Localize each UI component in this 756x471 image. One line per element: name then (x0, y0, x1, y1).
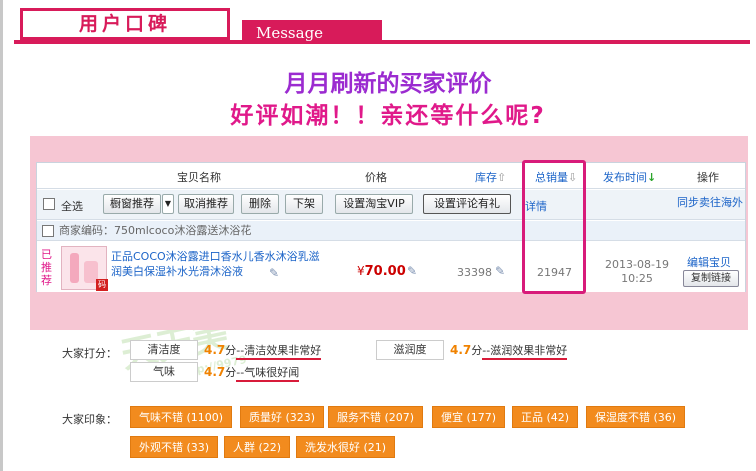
edit-item-link[interactable]: 编辑宝贝 (687, 254, 731, 270)
dropdown-arrow-icon[interactable]: ▼ (162, 194, 174, 214)
rating-unit: 分 (471, 344, 483, 357)
column-price: 价格 (365, 171, 387, 184)
impression-tag[interactable]: 质量好 (323) (240, 406, 325, 428)
column-stock-label: 库存 (475, 171, 497, 184)
impression-tag[interactable]: 保湿度不错 (36) (586, 406, 686, 428)
rating-cleanliness: 4.7分--清洁效果非常好 (204, 342, 322, 360)
offline-button[interactable]: 下架 (285, 194, 323, 214)
ratings-label: 大家打分： (62, 347, 117, 360)
slogan-line-1: 月月刷新的买家评价 (284, 71, 492, 97)
product-price: ¥70.00 (357, 264, 406, 279)
rating-name-scent: 气味 (130, 362, 198, 382)
impression-tag[interactable]: 外观不错 (33) (130, 436, 219, 458)
delete-button[interactable]: 删除 (241, 194, 279, 214)
column-stock[interactable]: 库存⇧ (475, 169, 506, 185)
arrow-down-icon: ↓ (647, 171, 657, 184)
pencil-icon[interactable]: ✎ (407, 264, 417, 278)
table-header: 宝贝名称 价格 库存⇧ 总销量⇩ 发布时间↓ 操作 (37, 163, 745, 189)
pencil-icon[interactable]: ✎ (495, 264, 505, 278)
column-publish-time-label: 发布时间 (603, 171, 647, 184)
set-vip-button[interactable]: 设置淘宝VIP (335, 194, 413, 214)
rating-score: 4.7 (204, 343, 226, 357)
impressions-label: 大家印象： (62, 413, 117, 426)
product-table: 宝贝名称 价格 库存⇧ 总销量⇩ 发布时间↓ 操作 全选 橱窗推荐 ▼ 取消推荐… (36, 162, 746, 292)
column-name: 宝贝名称 (177, 171, 221, 184)
row-checkbox[interactable] (42, 225, 54, 237)
table-row: 已推荐 码 正品COCO沐浴露进口香水儿香水沐浴乳滋润美白保湿补水光滑沐浴液 ✎… (37, 242, 745, 292)
sort-icon: ⇧ (497, 171, 507, 184)
sales-highlight-box (522, 160, 586, 294)
sync-sell-link[interactable]: 同步卖往海外 (677, 194, 743, 210)
rating-comment: --滋润效果非常好 (482, 344, 568, 360)
rating-unit: 分 (225, 366, 237, 379)
select-all-label: 全选 (61, 200, 83, 213)
impression-tag[interactable]: 洗发水很好 (21) (296, 436, 396, 458)
thumb-stamp: 码 (96, 279, 108, 291)
cancel-recommend-button[interactable]: 取消推荐 (178, 194, 234, 214)
rating-name-cleanliness: 清洁度 (130, 340, 198, 360)
header-tab: 用户口碑 (20, 8, 230, 40)
select-all-checkbox[interactable] (43, 198, 55, 210)
bottle-icon (70, 253, 79, 283)
toolbar: 全选 橱窗推荐 ▼ 取消推荐 删除 下架 设置淘宝VIP 设置评论有礼 详情 同… (37, 190, 745, 220)
rating-comment: --清洁效果非常好 (236, 344, 322, 360)
price-value: 70.00 (364, 264, 406, 279)
header-title: 用户口碑 (23, 11, 227, 37)
publish-clock: 10:25 (621, 272, 653, 285)
merchant-code-row: 商家编码：750mlcoco沐浴露送沐浴花 (37, 221, 745, 241)
publish-date: 2013-08-19 (605, 258, 669, 271)
impression-tag[interactable]: 服务不错 (207) (328, 406, 424, 428)
slogan-line-2: 好评如潮！！亲还等什么呢? (230, 103, 546, 129)
column-operation: 操作 (697, 171, 719, 184)
price-currency: ¥ (357, 264, 365, 278)
rating-moisture: 4.7分--滋润效果非常好 (450, 342, 568, 360)
merchant-code-text: 商家编码：750mlcoco沐浴露送沐浴花 (59, 224, 252, 237)
column-publish-time[interactable]: 发布时间↓ (603, 169, 656, 185)
window-recommend-button[interactable]: 橱窗推荐 (103, 194, 161, 214)
header-message-label: Message (242, 20, 382, 44)
publish-time: 2013-08-19 10:25 (605, 258, 669, 286)
set-gift-button[interactable]: 设置评论有礼 (423, 194, 511, 214)
stock-value: 33398 (457, 266, 492, 279)
rating-unit: 分 (225, 344, 237, 357)
product-title-link[interactable]: 正品COCO沐浴露进口香水儿香水沐浴乳滋润美白保湿补水光滑沐浴液 (111, 249, 321, 279)
product-thumbnail[interactable]: 码 (61, 246, 108, 291)
pencil-icon[interactable]: ✎ (269, 266, 279, 280)
impression-tag[interactable]: 便宜 (177) (432, 406, 506, 428)
copy-link-button[interactable]: 复制链接 (683, 270, 739, 287)
impression-tag[interactable]: 正品 (42) (512, 406, 579, 428)
rating-scent: 4.7分--气味很好闻 (204, 364, 300, 382)
impression-tag[interactable]: 气味不错 (1100) (130, 406, 233, 428)
recommended-badge: 已推荐 (41, 248, 52, 287)
rating-score: 4.7 (204, 365, 226, 379)
rating-comment: --气味很好闻 (236, 366, 300, 382)
rating-score: 4.7 (450, 343, 472, 357)
impression-tag[interactable]: 人群 (22) (224, 436, 291, 458)
rating-name-moisture: 滋润度 (376, 340, 444, 360)
